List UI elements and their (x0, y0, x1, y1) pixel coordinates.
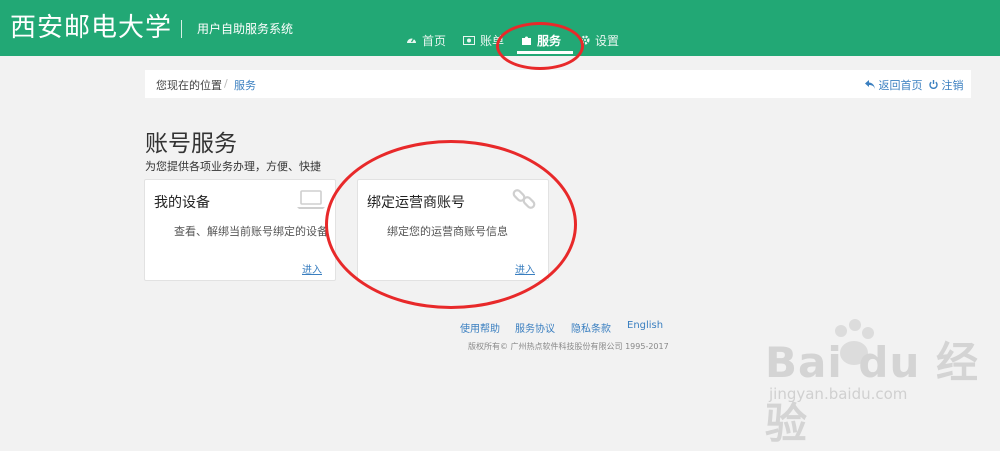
baidu-jingyan-watermark: Bai du 经验 jingyan.baidu.com (755, 315, 995, 448)
breadcrumb: 您现在的位置 / 服务 返回首页 注销 (145, 70, 971, 98)
power-icon (929, 79, 942, 92)
footer-link-agreement[interactable]: 服务协议 (515, 320, 555, 335)
page-title: 账号服务 (145, 131, 237, 157)
card-description: 查看、解绑当前账号绑定的设备 (174, 225, 328, 238)
breadcrumb-separator: / (224, 77, 228, 90)
page-description: 为您提供各项业务办理，方便、快捷 (145, 160, 321, 173)
watermark-url: jingyan.baidu.com (769, 385, 908, 403)
annotation-circle-card (325, 140, 577, 309)
card-enter-link[interactable]: 进入 (302, 261, 322, 276)
breadcrumb-location-label: 您现在的位置 (156, 79, 222, 92)
logout-label: 注销 (941, 79, 964, 92)
service-card-my-devices[interactable]: 我的设备 查看、解绑当前账号绑定的设备 进入 (144, 179, 336, 281)
breadcrumb-current[interactable]: 服务 (234, 77, 256, 93)
annotation-circle-nav (496, 22, 584, 70)
system-subtitle: 用户自助服务系统 (197, 22, 294, 36)
nav-settings-label: 设置 (595, 34, 620, 48)
nav-settings[interactable]: 设置 (580, 32, 619, 52)
copyright: 版权所有© 广州热点软件科技股份有限公司 1995-2017 (468, 342, 669, 351)
footer-link-english[interactable]: English (627, 320, 663, 331)
university-name: 西安邮电大学 (10, 13, 173, 43)
laptop-icon (297, 190, 325, 214)
back-home-label: 返回首页 (878, 79, 923, 92)
nav-home-label: 首页 (422, 34, 447, 48)
header-divider (181, 20, 182, 38)
logout-link[interactable]: 注销 (929, 77, 964, 93)
money-icon (463, 33, 475, 51)
card-title: 我的设备 (154, 195, 210, 211)
reply-icon (865, 79, 879, 92)
back-home-link[interactable]: 返回首页 (865, 77, 923, 93)
footer-link-privacy[interactable]: 隐私条款 (571, 320, 611, 335)
nav-home[interactable]: 首页 (406, 32, 446, 52)
dashboard-icon (406, 33, 417, 51)
footer-link-help[interactable]: 使用帮助 (460, 320, 500, 335)
